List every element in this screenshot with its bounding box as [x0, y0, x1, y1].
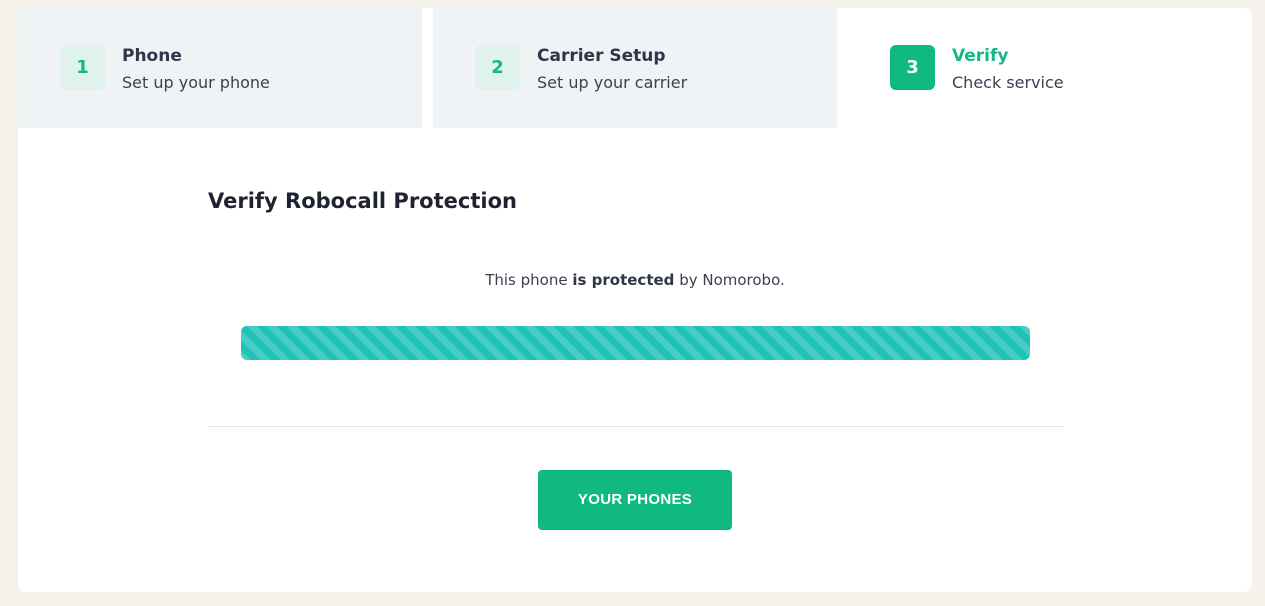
step-title: Phone — [122, 46, 182, 66]
stepper: 1 Phone Set up your phone 2 Carrier Setu… — [18, 8, 1252, 128]
step-number-badge: 1 — [60, 45, 105, 90]
step-number-badge: 3 — [890, 45, 935, 90]
step-title: Verify — [952, 46, 1009, 66]
step-carrier-setup[interactable]: 2 Carrier Setup Set up your carrier — [433, 8, 837, 128]
progress-bar-fill — [241, 326, 1030, 360]
step-subtitle: Set up your phone — [122, 73, 270, 92]
status-prefix: This phone — [485, 271, 573, 289]
your-phones-button[interactable]: YOUR PHONES — [538, 470, 732, 530]
step-subtitle: Set up your carrier — [537, 73, 688, 92]
step-subtitle: Check service — [952, 73, 1064, 92]
step-number-badge: 2 — [475, 45, 520, 90]
divider — [208, 426, 1064, 427]
status-suffix: by Nomorobo. — [674, 271, 785, 289]
protection-status-text: This phone is protected by Nomorobo. — [18, 271, 1252, 289]
page-title: Verify Robocall Protection — [208, 189, 517, 213]
verification-progress-bar — [241, 326, 1030, 360]
step-title: Carrier Setup — [537, 46, 666, 66]
status-emphasis: is protected — [572, 271, 675, 289]
page-frame: 1 Phone Set up your phone 2 Carrier Setu… — [6, 6, 1259, 600]
step-verify[interactable]: 3 Verify Check service — [848, 8, 1252, 128]
step-phone[interactable]: 1 Phone Set up your phone — [18, 8, 422, 128]
setup-card: 1 Phone Set up your phone 2 Carrier Setu… — [18, 8, 1252, 592]
